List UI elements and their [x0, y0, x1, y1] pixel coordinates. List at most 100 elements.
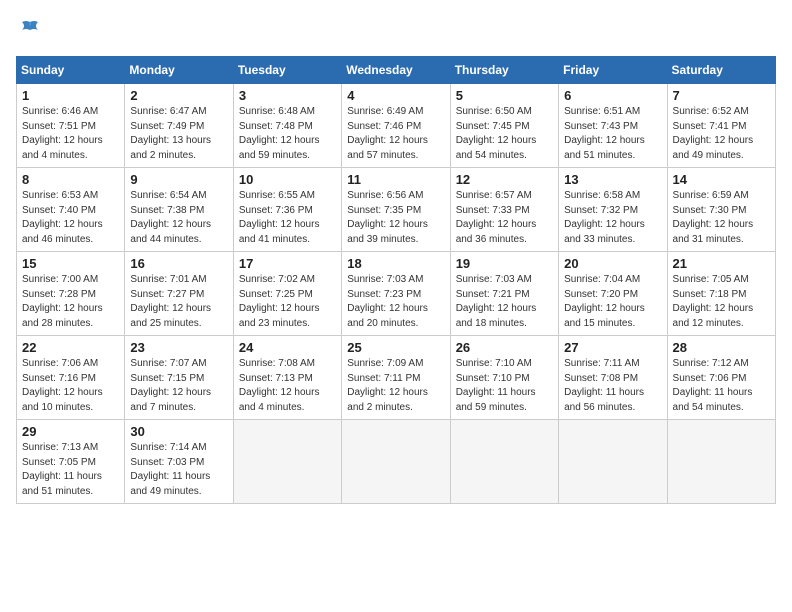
day-number: 8: [22, 172, 119, 187]
calendar-cell: 3 Sunrise: 6:48 AMSunset: 7:48 PMDaylight…: [233, 84, 341, 168]
day-of-week-header: Saturday: [667, 57, 775, 84]
day-of-week-header: Thursday: [450, 57, 558, 84]
calendar-cell: 15 Sunrise: 7:00 AMSunset: 7:28 PMDayligh…: [17, 252, 125, 336]
calendar-cell: 10Sunrise: 6:55 AMSunset: 7:36 PMDayligh…: [233, 168, 341, 252]
day-info: Sunrise: 7:04 AMSunset: 7:20 PMDaylight:…: [564, 273, 661, 331]
calendar-cell: 13 Sunrise: 6:58 AMSunset: 7:32 PMDayligh…: [559, 168, 667, 252]
day-info: Sunrise: 6:55 AMSunset: 7:36 PMDaylight:…: [239, 189, 336, 247]
calendar-cell: 19Sunrise: 7:03 AMSunset: 7:21 PMDayligh…: [450, 252, 558, 336]
day-number: 16: [130, 256, 227, 271]
calendar-cell: 28 Sunrise: 7:12 AMSunset: 7:06 PMDayligh…: [667, 336, 775, 420]
logo-icon: [16, 16, 44, 44]
calendar-cell: 20 Sunrise: 7:04 AMSunset: 7:20 PMDayligh…: [559, 252, 667, 336]
day-number: 12: [456, 172, 553, 187]
calendar-cell: 7Sunrise: 6:52 AMSunset: 7:41 PMDaylight…: [667, 84, 775, 168]
day-info: Sunrise: 7:03 AMSunset: 7:23 PMDaylight:…: [347, 273, 444, 331]
day-info: Sunrise: 6:52 AMSunset: 7:41 PMDaylight:…: [673, 105, 770, 163]
calendar-week-row: 1 Sunrise: 6:46 AMSunset: 7:51 PMDaylight…: [17, 84, 776, 168]
day-number: 6: [564, 88, 661, 103]
calendar-cell: 23 Sunrise: 7:07 AMSunset: 7:15 PMDayligh…: [125, 336, 233, 420]
calendar-cell: 26Sunrise: 7:10 AMSunset: 7:10 PMDayligh…: [450, 336, 558, 420]
day-number: 27: [564, 340, 661, 355]
calendar-cell: [450, 420, 558, 504]
day-number: 26: [456, 340, 553, 355]
calendar-week-row: 15 Sunrise: 7:00 AMSunset: 7:28 PMDayligh…: [17, 252, 776, 336]
day-info: Sunrise: 7:12 AMSunset: 7:06 PMDaylight:…: [673, 357, 770, 415]
day-info: Sunrise: 7:07 AMSunset: 7:15 PMDaylight:…: [130, 357, 227, 415]
day-number: 20: [564, 256, 661, 271]
day-number: 11: [347, 172, 444, 187]
day-number: 5: [456, 88, 553, 103]
day-info: Sunrise: 6:56 AMSunset: 7:35 PMDaylight:…: [347, 189, 444, 247]
day-number: 13: [564, 172, 661, 187]
day-number: 23: [130, 340, 227, 355]
calendar-table: SundayMondayTuesdayWednesdayThursdayFrid…: [16, 56, 776, 504]
day-number: 17: [239, 256, 336, 271]
calendar-cell: 4 Sunrise: 6:49 AMSunset: 7:46 PMDaylight…: [342, 84, 450, 168]
day-number: 30: [130, 424, 227, 439]
day-info: Sunrise: 7:06 AMSunset: 7:16 PMDaylight:…: [22, 357, 119, 415]
day-number: 21: [673, 256, 770, 271]
calendar-week-row: 8 Sunrise: 6:53 AMSunset: 7:40 PMDaylight…: [17, 168, 776, 252]
day-number: 29: [22, 424, 119, 439]
calendar-cell: 6 Sunrise: 6:51 AMSunset: 7:43 PMDaylight…: [559, 84, 667, 168]
calendar-week-row: 29 Sunrise: 7:13 AMSunset: 7:05 PMDayligh…: [17, 420, 776, 504]
day-number: 25: [347, 340, 444, 355]
day-number: 24: [239, 340, 336, 355]
day-number: 1: [22, 88, 119, 103]
day-info: Sunrise: 6:49 AMSunset: 7:46 PMDaylight:…: [347, 105, 444, 163]
calendar-cell: 25 Sunrise: 7:09 AMSunset: 7:11 PMDayligh…: [342, 336, 450, 420]
day-info: Sunrise: 7:14 AMSunset: 7:03 PMDaylight:…: [130, 441, 227, 499]
calendar-cell: 1 Sunrise: 6:46 AMSunset: 7:51 PMDaylight…: [17, 84, 125, 168]
day-number: 15: [22, 256, 119, 271]
day-info: Sunrise: 6:46 AMSunset: 7:51 PMDaylight:…: [22, 105, 119, 163]
calendar-cell: 22 Sunrise: 7:06 AMSunset: 7:16 PMDayligh…: [17, 336, 125, 420]
calendar-cell: 30 Sunrise: 7:14 AMSunset: 7:03 PMDayligh…: [125, 420, 233, 504]
calendar-cell: 9 Sunrise: 6:54 AMSunset: 7:38 PMDaylight…: [125, 168, 233, 252]
day-info: Sunrise: 7:00 AMSunset: 7:28 PMDaylight:…: [22, 273, 119, 331]
calendar-cell: 8 Sunrise: 6:53 AMSunset: 7:40 PMDaylight…: [17, 168, 125, 252]
calendar-cell: [342, 420, 450, 504]
calendar-cell: 16 Sunrise: 7:01 AMSunset: 7:27 PMDayligh…: [125, 252, 233, 336]
calendar-cell: 14 Sunrise: 6:59 AMSunset: 7:30 PMDayligh…: [667, 168, 775, 252]
day-number: 22: [22, 340, 119, 355]
day-of-week-header: Friday: [559, 57, 667, 84]
calendar-cell: [667, 420, 775, 504]
day-info: Sunrise: 7:11 AMSunset: 7:08 PMDaylight:…: [564, 357, 661, 415]
day-info: Sunrise: 7:01 AMSunset: 7:27 PMDaylight:…: [130, 273, 227, 331]
day-info: Sunrise: 6:47 AMSunset: 7:49 PMDaylight:…: [130, 105, 227, 163]
day-info: Sunrise: 6:51 AMSunset: 7:43 PMDaylight:…: [564, 105, 661, 163]
day-info: Sunrise: 6:57 AMSunset: 7:33 PMDaylight:…: [456, 189, 553, 247]
calendar-cell: [233, 420, 341, 504]
calendar-cell: 2Sunrise: 6:47 AMSunset: 7:49 PMDaylight…: [125, 84, 233, 168]
calendar-cell: 21 Sunrise: 7:05 AMSunset: 7:18 PMDayligh…: [667, 252, 775, 336]
day-info: Sunrise: 6:53 AMSunset: 7:40 PMDaylight:…: [22, 189, 119, 247]
day-info: Sunrise: 6:48 AMSunset: 7:48 PMDaylight:…: [239, 105, 336, 163]
calendar-cell: 27 Sunrise: 7:11 AMSunset: 7:08 PMDayligh…: [559, 336, 667, 420]
day-of-week-header: Tuesday: [233, 57, 341, 84]
calendar-cell: [559, 420, 667, 504]
day-info: Sunrise: 7:02 AMSunset: 7:25 PMDaylight:…: [239, 273, 336, 331]
calendar-cell: 5Sunrise: 6:50 AMSunset: 7:45 PMDaylight…: [450, 84, 558, 168]
day-number: 14: [673, 172, 770, 187]
calendar-cell: 11 Sunrise: 6:56 AMSunset: 7:35 PMDayligh…: [342, 168, 450, 252]
calendar-cell: 17 Sunrise: 7:02 AMSunset: 7:25 PMDayligh…: [233, 252, 341, 336]
day-info: Sunrise: 6:59 AMSunset: 7:30 PMDaylight:…: [673, 189, 770, 247]
day-number: 3: [239, 88, 336, 103]
calendar-cell: 18 Sunrise: 7:03 AMSunset: 7:23 PMDayligh…: [342, 252, 450, 336]
calendar-body: 1 Sunrise: 6:46 AMSunset: 7:51 PMDaylight…: [17, 84, 776, 504]
day-info: Sunrise: 7:05 AMSunset: 7:18 PMDaylight:…: [673, 273, 770, 331]
calendar-week-row: 22 Sunrise: 7:06 AMSunset: 7:16 PMDayligh…: [17, 336, 776, 420]
day-info: Sunrise: 6:58 AMSunset: 7:32 PMDaylight:…: [564, 189, 661, 247]
day-info: Sunrise: 6:54 AMSunset: 7:38 PMDaylight:…: [130, 189, 227, 247]
day-info: Sunrise: 7:13 AMSunset: 7:05 PMDaylight:…: [22, 441, 119, 499]
calendar-cell: 24 Sunrise: 7:08 AMSunset: 7:13 PMDayligh…: [233, 336, 341, 420]
day-info: Sunrise: 7:08 AMSunset: 7:13 PMDaylight:…: [239, 357, 336, 415]
day-number: 4: [347, 88, 444, 103]
day-number: 9: [130, 172, 227, 187]
day-info: Sunrise: 7:09 AMSunset: 7:11 PMDaylight:…: [347, 357, 444, 415]
day-of-week-header: Monday: [125, 57, 233, 84]
calendar-header-row: SundayMondayTuesdayWednesdayThursdayFrid…: [17, 57, 776, 84]
day-number: 28: [673, 340, 770, 355]
day-number: 18: [347, 256, 444, 271]
